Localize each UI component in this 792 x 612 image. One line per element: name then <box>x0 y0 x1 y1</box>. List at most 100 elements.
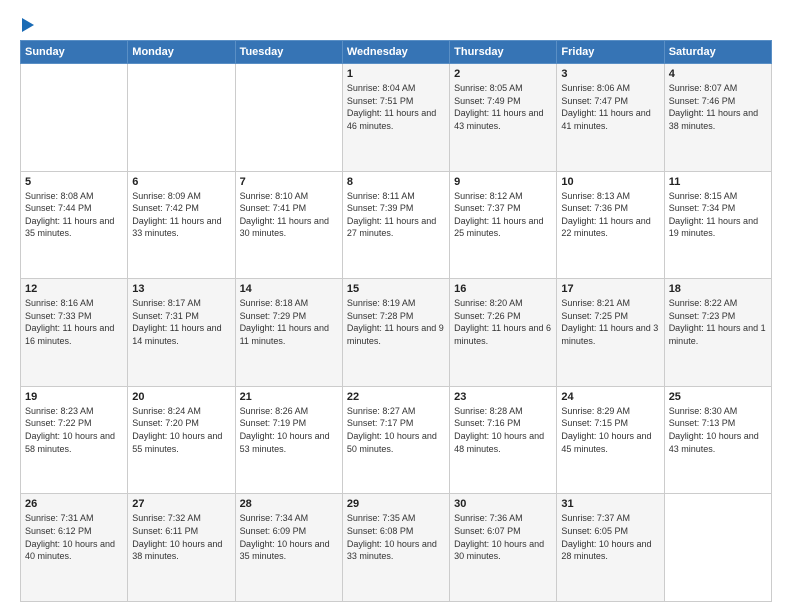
calendar-cell <box>128 64 235 172</box>
cell-day-number: 24 <box>561 391 659 403</box>
calendar-cell: 25 Sunrise: 8:30 AMSunset: 7:13 PMDaylig… <box>664 386 771 494</box>
calendar-cell: 6 Sunrise: 8:09 AMSunset: 7:42 PMDayligh… <box>128 171 235 279</box>
calendar-cell: 22 Sunrise: 8:27 AMSunset: 7:17 PMDaylig… <box>342 386 449 494</box>
cell-info: Sunrise: 8:29 AMSunset: 7:15 PMDaylight:… <box>561 405 659 455</box>
cell-day-number: 13 <box>132 283 230 295</box>
cell-day-number: 18 <box>669 283 767 295</box>
cell-info: Sunrise: 7:32 AMSunset: 6:11 PMDaylight:… <box>132 512 230 562</box>
cell-info: Sunrise: 8:12 AMSunset: 7:37 PMDaylight:… <box>454 190 552 240</box>
calendar-cell: 15 Sunrise: 8:19 AMSunset: 7:28 PMDaylig… <box>342 279 449 387</box>
cell-day-number: 6 <box>132 176 230 188</box>
cell-info: Sunrise: 7:36 AMSunset: 6:07 PMDaylight:… <box>454 512 552 562</box>
cell-day-number: 16 <box>454 283 552 295</box>
calendar-cell: 5 Sunrise: 8:08 AMSunset: 7:44 PMDayligh… <box>21 171 128 279</box>
cell-info: Sunrise: 8:30 AMSunset: 7:13 PMDaylight:… <box>669 405 767 455</box>
calendar-cell <box>235 64 342 172</box>
cell-info: Sunrise: 8:17 AMSunset: 7:31 PMDaylight:… <box>132 297 230 347</box>
calendar-cell: 1 Sunrise: 8:04 AMSunset: 7:51 PMDayligh… <box>342 64 449 172</box>
cell-info: Sunrise: 8:19 AMSunset: 7:28 PMDaylight:… <box>347 297 445 347</box>
cell-day-number: 31 <box>561 498 659 510</box>
cell-info: Sunrise: 8:04 AMSunset: 7:51 PMDaylight:… <box>347 82 445 132</box>
calendar-cell: 14 Sunrise: 8:18 AMSunset: 7:29 PMDaylig… <box>235 279 342 387</box>
cell-day-number: 30 <box>454 498 552 510</box>
cell-day-number: 12 <box>25 283 123 295</box>
calendar-table: SundayMondayTuesdayWednesdayThursdayFrid… <box>20 40 772 602</box>
cell-day-number: 5 <box>25 176 123 188</box>
cell-info: Sunrise: 8:22 AMSunset: 7:23 PMDaylight:… <box>669 297 767 347</box>
calendar-cell <box>21 64 128 172</box>
cell-day-number: 3 <box>561 68 659 80</box>
cell-info: Sunrise: 8:08 AMSunset: 7:44 PMDaylight:… <box>25 190 123 240</box>
cell-day-number: 10 <box>561 176 659 188</box>
calendar-cell: 7 Sunrise: 8:10 AMSunset: 7:41 PMDayligh… <box>235 171 342 279</box>
cell-info: Sunrise: 8:24 AMSunset: 7:20 PMDaylight:… <box>132 405 230 455</box>
calendar-week-row: 12 Sunrise: 8:16 AMSunset: 7:33 PMDaylig… <box>21 279 772 387</box>
cell-info: Sunrise: 8:10 AMSunset: 7:41 PMDaylight:… <box>240 190 338 240</box>
calendar-cell: 23 Sunrise: 8:28 AMSunset: 7:16 PMDaylig… <box>450 386 557 494</box>
cell-day-number: 7 <box>240 176 338 188</box>
calendar-cell: 2 Sunrise: 8:05 AMSunset: 7:49 PMDayligh… <box>450 64 557 172</box>
calendar-cell: 30 Sunrise: 7:36 AMSunset: 6:07 PMDaylig… <box>450 494 557 602</box>
calendar-cell <box>664 494 771 602</box>
cell-info: Sunrise: 8:23 AMSunset: 7:22 PMDaylight:… <box>25 405 123 455</box>
calendar-cell: 21 Sunrise: 8:26 AMSunset: 7:19 PMDaylig… <box>235 386 342 494</box>
cell-day-number: 9 <box>454 176 552 188</box>
cell-info: Sunrise: 7:37 AMSunset: 6:05 PMDaylight:… <box>561 512 659 562</box>
cell-day-number: 27 <box>132 498 230 510</box>
cell-day-number: 15 <box>347 283 445 295</box>
calendar-cell: 19 Sunrise: 8:23 AMSunset: 7:22 PMDaylig… <box>21 386 128 494</box>
calendar-day-header: Sunday <box>21 41 128 64</box>
cell-day-number: 11 <box>669 176 767 188</box>
calendar-cell: 24 Sunrise: 8:29 AMSunset: 7:15 PMDaylig… <box>557 386 664 494</box>
cell-day-number: 29 <box>347 498 445 510</box>
cell-info: Sunrise: 8:13 AMSunset: 7:36 PMDaylight:… <box>561 190 659 240</box>
calendar-week-row: 5 Sunrise: 8:08 AMSunset: 7:44 PMDayligh… <box>21 171 772 279</box>
calendar-cell: 10 Sunrise: 8:13 AMSunset: 7:36 PMDaylig… <box>557 171 664 279</box>
cell-info: Sunrise: 8:18 AMSunset: 7:29 PMDaylight:… <box>240 297 338 347</box>
calendar-cell: 3 Sunrise: 8:06 AMSunset: 7:47 PMDayligh… <box>557 64 664 172</box>
calendar-day-header: Friday <box>557 41 664 64</box>
cell-day-number: 21 <box>240 391 338 403</box>
logo <box>20 18 34 32</box>
cell-day-number: 14 <box>240 283 338 295</box>
cell-info: Sunrise: 8:28 AMSunset: 7:16 PMDaylight:… <box>454 405 552 455</box>
calendar-cell: 4 Sunrise: 8:07 AMSunset: 7:46 PMDayligh… <box>664 64 771 172</box>
calendar-cell: 29 Sunrise: 7:35 AMSunset: 6:08 PMDaylig… <box>342 494 449 602</box>
cell-day-number: 23 <box>454 391 552 403</box>
cell-info: Sunrise: 8:09 AMSunset: 7:42 PMDaylight:… <box>132 190 230 240</box>
calendar-cell: 17 Sunrise: 8:21 AMSunset: 7:25 PMDaylig… <box>557 279 664 387</box>
calendar-day-header: Monday <box>128 41 235 64</box>
calendar-cell: 28 Sunrise: 7:34 AMSunset: 6:09 PMDaylig… <box>235 494 342 602</box>
cell-info: Sunrise: 8:21 AMSunset: 7:25 PMDaylight:… <box>561 297 659 347</box>
calendar-cell: 16 Sunrise: 8:20 AMSunset: 7:26 PMDaylig… <box>450 279 557 387</box>
calendar-header-row: SundayMondayTuesdayWednesdayThursdayFrid… <box>21 41 772 64</box>
calendar-cell: 8 Sunrise: 8:11 AMSunset: 7:39 PMDayligh… <box>342 171 449 279</box>
cell-info: Sunrise: 7:34 AMSunset: 6:09 PMDaylight:… <box>240 512 338 562</box>
calendar-cell: 11 Sunrise: 8:15 AMSunset: 7:34 PMDaylig… <box>664 171 771 279</box>
cell-day-number: 20 <box>132 391 230 403</box>
calendar-cell: 13 Sunrise: 8:17 AMSunset: 7:31 PMDaylig… <box>128 279 235 387</box>
calendar-cell: 31 Sunrise: 7:37 AMSunset: 6:05 PMDaylig… <box>557 494 664 602</box>
cell-info: Sunrise: 8:11 AMSunset: 7:39 PMDaylight:… <box>347 190 445 240</box>
cell-day-number: 1 <box>347 68 445 80</box>
cell-day-number: 8 <box>347 176 445 188</box>
calendar-week-row: 26 Sunrise: 7:31 AMSunset: 6:12 PMDaylig… <box>21 494 772 602</box>
calendar-week-row: 19 Sunrise: 8:23 AMSunset: 7:22 PMDaylig… <box>21 386 772 494</box>
cell-info: Sunrise: 8:05 AMSunset: 7:49 PMDaylight:… <box>454 82 552 132</box>
cell-info: Sunrise: 7:31 AMSunset: 6:12 PMDaylight:… <box>25 512 123 562</box>
cell-info: Sunrise: 8:06 AMSunset: 7:47 PMDaylight:… <box>561 82 659 132</box>
cell-info: Sunrise: 8:07 AMSunset: 7:46 PMDaylight:… <box>669 82 767 132</box>
calendar-cell: 18 Sunrise: 8:22 AMSunset: 7:23 PMDaylig… <box>664 279 771 387</box>
calendar-day-header: Wednesday <box>342 41 449 64</box>
cell-info: Sunrise: 8:15 AMSunset: 7:34 PMDaylight:… <box>669 190 767 240</box>
cell-info: Sunrise: 8:20 AMSunset: 7:26 PMDaylight:… <box>454 297 552 347</box>
calendar-cell: 12 Sunrise: 8:16 AMSunset: 7:33 PMDaylig… <box>21 279 128 387</box>
calendar-cell: 20 Sunrise: 8:24 AMSunset: 7:20 PMDaylig… <box>128 386 235 494</box>
cell-day-number: 4 <box>669 68 767 80</box>
cell-day-number: 2 <box>454 68 552 80</box>
cell-day-number: 26 <box>25 498 123 510</box>
cell-day-number: 25 <box>669 391 767 403</box>
calendar-cell: 9 Sunrise: 8:12 AMSunset: 7:37 PMDayligh… <box>450 171 557 279</box>
cell-info: Sunrise: 8:26 AMSunset: 7:19 PMDaylight:… <box>240 405 338 455</box>
calendar-cell: 26 Sunrise: 7:31 AMSunset: 6:12 PMDaylig… <box>21 494 128 602</box>
